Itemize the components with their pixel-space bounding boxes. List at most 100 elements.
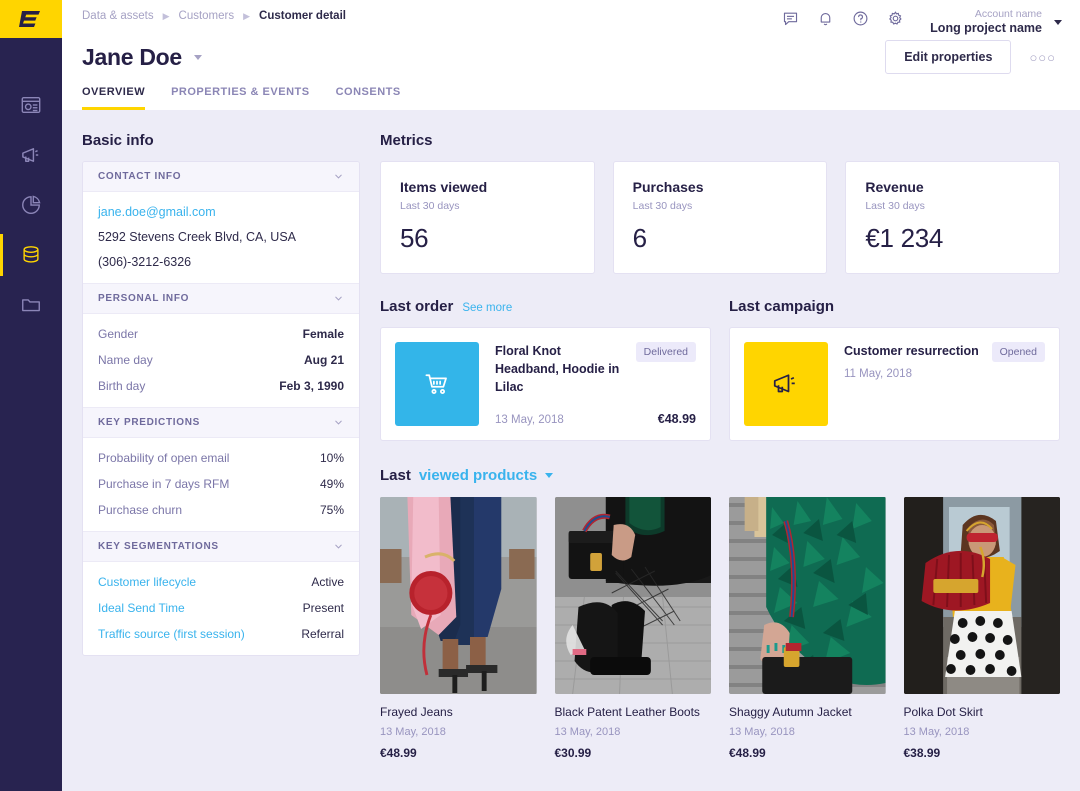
last-order-title-group: Last order See more <box>380 298 711 315</box>
last-order-card[interactable]: Floral Knot Headband, Hoodie in Lilac De… <box>380 327 711 441</box>
product-date: 13 May, 2018 <box>729 726 795 738</box>
product-name: Frayed Jeans <box>380 705 453 719</box>
key-segmentations-label: KEY SEGMENTATIONS <box>98 541 219 552</box>
bell-icon[interactable] <box>817 10 834 27</box>
more-options-icon[interactable]: ○○○ <box>1023 50 1062 65</box>
row-label: Probability of open email <box>98 451 230 465</box>
product-date: 13 May, 2018 <box>554 726 621 738</box>
product-price: €30.99 <box>554 746 592 760</box>
last-order-product-name: Floral Knot Headband, Hoodie in Lilac <box>495 344 620 395</box>
last-order-section: Last order See more Floral Knot Headband… <box>380 298 711 441</box>
sidebar-item-data-and-assets[interactable] <box>0 230 62 280</box>
content-area: Basic info CONTACT INFO jane.doe@gmail.c… <box>62 110 1080 791</box>
list-item: Traffic source (first session) Referral <box>98 627 344 641</box>
key-predictions-header[interactable]: KEY PREDICTIONS <box>83 407 359 438</box>
row-label[interactable]: Traffic source (first session) <box>98 627 245 641</box>
key-segmentations-body: Customer lifecycle Active Ideal Send Tim… <box>83 562 359 655</box>
last-campaign-top: Customer resurrection Opened <box>844 342 1045 362</box>
product-image-frayed-jeans <box>380 497 537 694</box>
breadcrumb-item-current: Customer detail <box>259 10 346 22</box>
metric-value: 6 <box>632 223 647 253</box>
products-heading: Last viewed products <box>380 467 1060 484</box>
account-name: Account name <box>974 8 1042 20</box>
product-name: Shaggy Autumn Jacket <box>729 705 852 719</box>
row-label[interactable]: Ideal Send Time <box>98 601 185 615</box>
product-card[interactable]: Polka Dot Skirt 13 May, 2018 €38.99 <box>903 497 1060 760</box>
sidebar-item-campaigns[interactable] <box>0 130 62 180</box>
last-campaign-body: Customer resurrection Opened 11 May, 201… <box>844 342 1045 426</box>
breadcrumb-separator: ▶ <box>243 10 251 21</box>
dashboard-icon <box>20 94 42 116</box>
next-section-peek <box>380 774 1060 784</box>
project-name: Long project name <box>930 21 1042 36</box>
last-order-meta: 13 May, 2018 €48.99 <box>495 412 696 426</box>
row-label[interactable]: Customer lifecycle <box>98 575 196 589</box>
row-label: Purchase churn <box>98 503 183 517</box>
last-campaign-date: 11 May, 2018 <box>844 368 912 380</box>
row-value: 10% <box>319 451 344 465</box>
top-header: Data & assets ▶ Customers ▶ Customer det… <box>62 0 1080 110</box>
help-icon[interactable] <box>852 10 869 27</box>
email-value[interactable]: jane.doe@gmail.com <box>98 205 344 219</box>
last-order-title: Last order <box>380 298 454 315</box>
see-more-link[interactable]: See more <box>462 302 512 314</box>
basic-info-card: CONTACT INFO jane.doe@gmail.com 5292 Ste… <box>82 161 360 656</box>
database-icon <box>20 244 42 266</box>
last-order-body: Floral Knot Headband, Hoodie in Lilac De… <box>495 342 696 426</box>
basic-info-column: Basic info CONTACT INFO jane.doe@gmail.c… <box>82 132 360 791</box>
pie-chart-icon <box>20 194 42 216</box>
exponea-logo[interactable] <box>0 0 62 38</box>
contact-info-label: CONTACT INFO <box>98 171 182 182</box>
account-switcher[interactable]: Account name Long project name <box>930 8 1062 37</box>
tab-overview[interactable]: OVERVIEW <box>82 86 146 110</box>
tab-properties-and-events[interactable]: PROPERTIES & EVENTS <box>171 86 309 110</box>
product-card[interactable]: Shaggy Autumn Jacket 13 May, 2018 €48.99 <box>729 497 886 760</box>
tab-consents[interactable]: CONSENTS <box>336 86 401 110</box>
chevron-down-icon <box>1054 19 1062 25</box>
personal-info-header[interactable]: PERSONAL INFO <box>83 283 359 314</box>
metric-card-revenue: Revenue Last 30 days €1 234 <box>845 161 1061 274</box>
product-image-shaggy-jacket <box>729 497 886 694</box>
megaphone-icon <box>20 144 43 167</box>
page-title: Jane Doe <box>82 43 182 70</box>
product-card[interactable]: Frayed Jeans 13 May, 2018 €48.99 <box>380 497 537 760</box>
header-row-title: Jane Doe Edit properties ○○○ <box>82 38 1062 76</box>
last-order-price: €48.99 <box>657 412 696 426</box>
product-date: 13 May, 2018 <box>903 726 970 738</box>
sidebar-item-projects[interactable] <box>0 280 62 330</box>
product-price: €48.99 <box>729 746 766 760</box>
last-campaign-title: Last campaign <box>729 298 835 315</box>
personal-info-label: PERSONAL INFO <box>98 293 190 304</box>
chat-icon[interactable] <box>782 10 799 27</box>
metric-period: Last 30 days <box>865 200 925 212</box>
list-item: Purchase in 7 days RFM 49% <box>98 477 344 491</box>
chevron-down-icon <box>333 541 344 552</box>
app-root: Data & assets ▶ Customers ▶ Customer det… <box>0 0 1080 791</box>
sidebar-item-analytics[interactable] <box>0 180 62 230</box>
contact-info-header[interactable]: CONTACT INFO <box>83 162 359 192</box>
chevron-down-icon[interactable] <box>545 473 554 478</box>
product-price: €38.99 <box>903 746 941 760</box>
chevron-down-icon[interactable] <box>193 54 202 60</box>
product-price: €48.99 <box>380 746 417 760</box>
product-card[interactable]: Black Patent Leather Boots 13 May, 2018 … <box>554 497 711 760</box>
personal-info-body: Gender Female Name day Aug 21 Birth day … <box>83 314 359 407</box>
gear-icon[interactable] <box>887 10 904 27</box>
key-segmentations-header[interactable]: KEY SEGMENTATIONS <box>83 531 359 562</box>
row-label: Gender <box>98 327 139 341</box>
breadcrumb-item-1[interactable]: Customers <box>179 10 235 22</box>
last-campaign-card[interactable]: Customer resurrection Opened 11 May, 201… <box>729 327 1060 441</box>
metric-label: Purchases <box>632 179 704 195</box>
metric-card-purchases: Purchases Last 30 days 6 <box>612 161 828 274</box>
breadcrumb-item-0[interactable]: Data & assets <box>82 10 154 22</box>
products-heading-selector[interactable]: viewed products <box>419 467 537 484</box>
chevron-down-icon <box>333 293 344 304</box>
breadcrumb: Data & assets ▶ Customers ▶ Customer det… <box>82 8 346 22</box>
edit-properties-button[interactable]: Edit properties <box>885 40 1012 74</box>
last-order-date: 13 May, 2018 <box>495 414 564 426</box>
status-badge: Delivered <box>635 342 696 362</box>
metric-value: €1 234 <box>865 223 944 253</box>
overview-column: Metrics Items viewed Last 30 days 56 Pur… <box>380 132 1061 791</box>
sidebar-item-dashboards[interactable] <box>0 80 62 130</box>
header-right: Account name Long project name <box>782 8 1062 37</box>
